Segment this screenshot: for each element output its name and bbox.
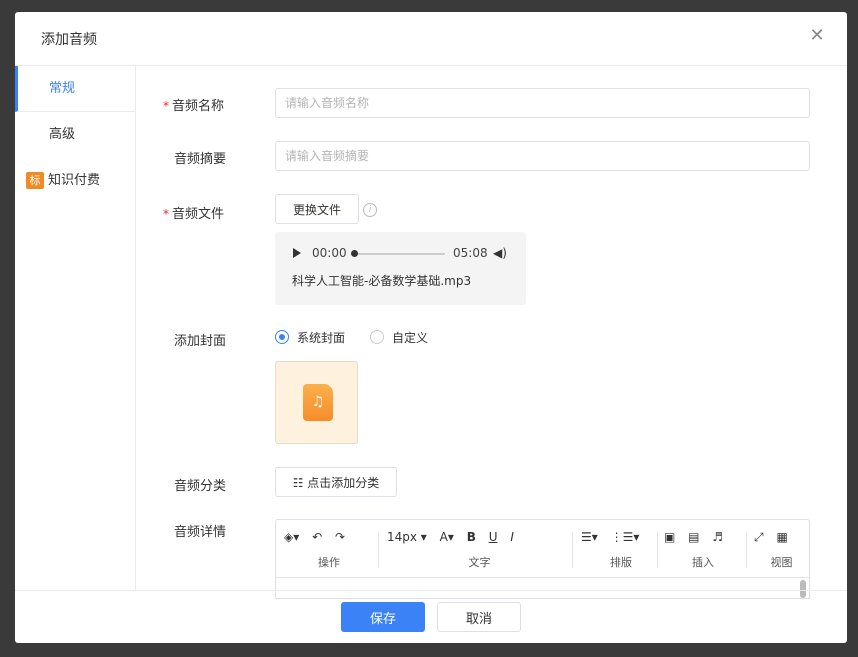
required-mark: * — [163, 207, 169, 221]
toolbar-view-icons: ⤢ ▦ — [754, 530, 797, 545]
toolbar-divider — [657, 532, 658, 568]
music-file-icon: ♫ — [303, 384, 333, 421]
toolbar-group-actions: ◈▾ ↶ ↷ 操作 — [284, 520, 374, 576]
radio-custom-cover[interactable] — [370, 330, 384, 344]
nav-item-label: 高级 — [49, 127, 76, 142]
source-view-icon[interactable]: ▦ — [776, 530, 787, 544]
close-icon[interactable]: ✕ — [807, 26, 827, 46]
dialog-header: 添加音频 ✕ — [15, 12, 847, 66]
italic-icon[interactable]: I — [510, 530, 514, 544]
current-time: 00:00 — [312, 246, 347, 260]
nav-item-general[interactable]: 常规 — [15, 66, 136, 112]
toolbar-divider — [572, 532, 573, 568]
name-label-text: 音频名称 — [172, 99, 225, 114]
audio-icon[interactable]: ♬ — [712, 530, 723, 544]
music-note-icon: ♫ — [311, 394, 325, 410]
toolbar-group-insert: ▣ ▤ ♬ 插入 — [664, 520, 742, 576]
undo-icon[interactable]: ↶ — [312, 530, 322, 544]
summary-label: 音频摘要 — [174, 152, 227, 167]
save-button[interactable]: 保存 — [341, 602, 425, 632]
radio-system-cover[interactable] — [275, 330, 289, 344]
toolbar-layout-icons: ☰▾ ⋮☰▾ — [581, 530, 648, 544]
toolbar-group-view: ⤢ ▦ 视图 — [754, 520, 809, 576]
name-label: * 音频名称 — [163, 95, 263, 114]
toolbar-caption: 操作 — [318, 556, 340, 569]
side-nav: 常规 高级 标 知识付费 — [15, 66, 136, 590]
file-label-text: 音频文件 — [172, 207, 225, 222]
volume-icon[interactable]: ◀) — [493, 246, 507, 260]
toolbar-group-text: 14px ▾ A▾ B U I 文字 — [387, 520, 572, 576]
category-label: 音频分类 — [174, 479, 227, 494]
rich-text-editor: ◈▾ ↶ ↷ 操作 14px ▾ A▾ B U I 文字 ☰▾ ⋮☰▾ 排版 ▣… — [275, 519, 810, 599]
progress-knob[interactable] — [351, 250, 358, 257]
toolbar-caption: 插入 — [692, 556, 714, 569]
toolbar-divider — [378, 532, 379, 568]
toolbar-caption: 视图 — [770, 556, 793, 569]
add-audio-dialog: 添加音频 ✕ 常规 高级 标 知识付费 *音频名称 音频摘要 *音频文件 更换文… — [15, 12, 847, 643]
replace-file-button[interactable]: 更换文件 — [275, 194, 359, 224]
total-time: 05:08 — [453, 246, 488, 260]
detail-label: 音频详情 — [174, 525, 227, 540]
play-icon[interactable] — [293, 248, 301, 258]
dialog-title: 添加音频 — [41, 32, 97, 48]
toolbar-action-icons: ◈▾ ↶ ↷ — [284, 530, 354, 544]
font-color-icon[interactable]: A▾ — [440, 530, 454, 544]
radio-system-cover-label[interactable]: 系统封面 — [297, 329, 345, 346]
cover-label: 添加封面 — [174, 334, 227, 349]
add-category-button[interactable]: ☷ 点击添加分类 — [275, 467, 397, 497]
cover-preview[interactable]: ♫ — [275, 361, 358, 444]
dialog-footer: 保存 取消 — [15, 590, 847, 643]
video-icon[interactable]: ▤ — [688, 530, 699, 544]
fullscreen-icon[interactable]: ⤢ — [754, 530, 764, 545]
bold-icon[interactable]: B — [467, 530, 476, 544]
nav-item-knowledge-pay[interactable]: 标 知识付费 — [15, 158, 136, 204]
toolbar-insert-icons: ▣ ▤ ♬ — [664, 530, 732, 544]
list-icon[interactable]: ⋮☰▾ — [611, 530, 640, 544]
audio-name-input[interactable] — [275, 88, 810, 118]
toolbar-caption: 文字 — [468, 556, 491, 569]
radio-custom-cover-label[interactable]: 自定义 — [392, 329, 428, 346]
audio-summary-input[interactable] — [275, 141, 810, 171]
info-icon[interactable]: i — [363, 203, 377, 217]
cancel-button[interactable]: 取消 — [437, 602, 521, 632]
image-icon[interactable]: ▣ — [664, 530, 675, 544]
font-size-select[interactable]: 14px ▾ — [387, 530, 427, 544]
tag-badge: 标 — [26, 172, 44, 189]
nav-item-label: 常规 — [49, 81, 76, 96]
file-label: * 音频文件 — [163, 203, 263, 222]
toolbar-text-icons: 14px ▾ A▾ B U I — [387, 530, 523, 544]
align-icon[interactable]: ☰▾ — [581, 530, 598, 544]
progress-track[interactable] — [355, 253, 445, 255]
eraser-icon[interactable]: ◈▾ — [284, 530, 299, 544]
nav-item-label: 知识付费 — [48, 173, 101, 188]
audio-file-name: 科学人工智能-必备数学基础.mp3 — [292, 274, 472, 288]
audio-player: 00:00 05:08 ◀) 科学人工智能-必备数学基础.mp3 — [275, 232, 526, 305]
toolbar-caption: 排版 — [610, 556, 632, 569]
redo-icon[interactable]: ↷ — [335, 530, 345, 544]
required-mark: * — [163, 99, 169, 113]
nav-item-advanced[interactable]: 高级 — [15, 112, 136, 158]
toolbar-group-layout: ☰▾ ⋮☰▾ 排版 — [581, 520, 661, 576]
toolbar-divider — [746, 532, 747, 568]
underline-icon[interactable]: U — [489, 530, 498, 544]
